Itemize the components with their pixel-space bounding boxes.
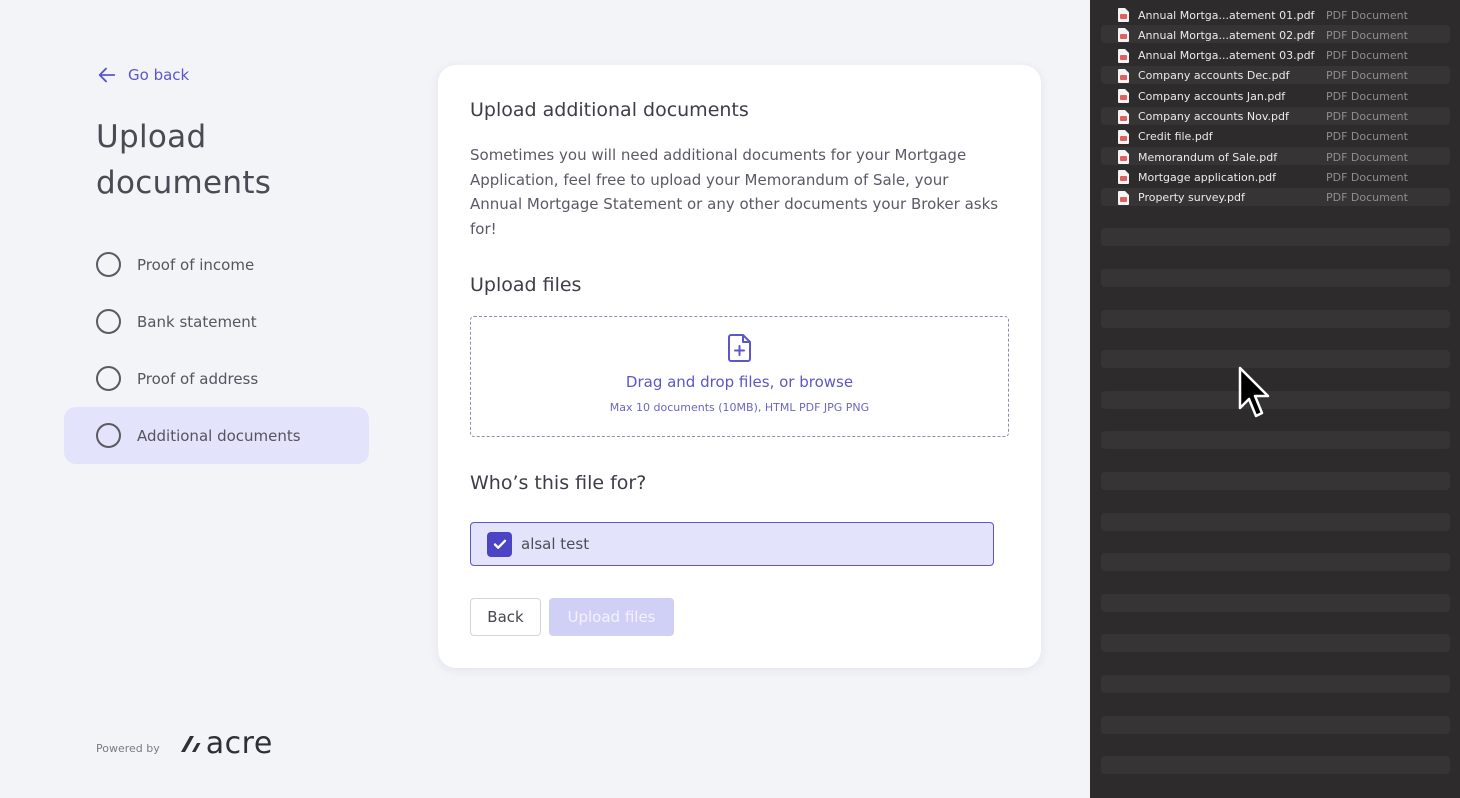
pdf-file-icon xyxy=(1118,48,1129,63)
finder-file-list: Annual Mortga...atement 01.pdf PDF Docume… xyxy=(1090,0,1460,798)
finder-file-kind: PDF Document xyxy=(1326,130,1408,144)
finder-stripe-row xyxy=(1101,593,1450,612)
finder-stripe-row xyxy=(1101,674,1450,693)
step-additional-documents[interactable]: Additional documents xyxy=(64,407,369,464)
file-dropzone[interactable]: Drag and drop files, or browse Max 10 do… xyxy=(470,316,1009,437)
finder-stripe-row xyxy=(1101,634,1450,653)
pdf-file-icon xyxy=(1118,8,1129,22)
person-name: alsal test xyxy=(521,535,590,553)
pdf-file-icon xyxy=(1118,109,1129,124)
finder-file-row[interactable]: Annual Mortga...atement 03.pdf PDF Docume… xyxy=(1101,46,1450,66)
dropzone-limits: Max 10 documents (10MB), HTML PDF JPG PN… xyxy=(609,401,870,414)
pdf-file-icon xyxy=(1118,129,1129,144)
finder-file-kind: PDF Document xyxy=(1326,49,1408,63)
finder-file-kind: PDF Document xyxy=(1326,150,1408,164)
finder-file-name: Company accounts Jan.pdf xyxy=(1138,89,1286,103)
person-checkbox[interactable] xyxy=(487,531,512,557)
finder-stripe-row xyxy=(1101,268,1450,287)
checkmark-icon xyxy=(493,539,506,549)
finder-file-row[interactable]: Memorandum of Sale.pdf PDF Document xyxy=(1101,147,1450,167)
pdf-file-icon xyxy=(1118,190,1129,205)
step-bank-statement[interactable]: Bank statement xyxy=(64,293,369,350)
steps-list: Proof of income Bank statement Proof of … xyxy=(64,236,369,464)
step-label: Bank statement xyxy=(137,312,257,331)
step-label: Proof of income xyxy=(137,255,255,274)
finder-stripe-row xyxy=(1101,553,1450,572)
pdf-file-icon xyxy=(1118,68,1129,83)
finder-stripe-row xyxy=(1101,756,1450,775)
upload-files-button[interactable]: Upload files xyxy=(549,598,674,636)
finder-file-name: Mortgage application.pdf xyxy=(1138,170,1277,184)
step-proof-of-income[interactable]: Proof of income xyxy=(64,236,369,293)
finder-file-row[interactable]: Annual Mortga...atement 01.pdf PDF Docume… xyxy=(1101,5,1450,25)
finder-file-row[interactable]: Mortgage application.pdf PDF Document xyxy=(1101,167,1450,187)
step-label: Additional documents xyxy=(137,426,301,445)
go-back-link[interactable]: Go back xyxy=(96,64,189,86)
finder-stripe-row xyxy=(1101,715,1450,734)
step-radio xyxy=(96,309,121,334)
pdf-file-icon xyxy=(1118,28,1129,43)
finder-stripe-row xyxy=(1101,512,1450,531)
acre-brand-text: acre xyxy=(205,726,273,761)
finder-file-name: Property survey.pdf xyxy=(1138,191,1245,205)
finder-stripe-row xyxy=(1101,471,1450,490)
finder-file-row[interactable]: Company accounts Dec.pdf PDF Document xyxy=(1101,66,1450,86)
finder-file-kind: PDF Document xyxy=(1326,170,1408,184)
pdf-file-icon xyxy=(1118,170,1129,185)
pdf-file-icon xyxy=(1118,150,1129,165)
finder-file-name: Annual Mortga...atement 01.pdf xyxy=(1138,8,1315,22)
step-proof-of-address[interactable]: Proof of address xyxy=(64,350,369,407)
finder-stripe-row xyxy=(1101,309,1450,328)
finder-file-name: Company accounts Nov.pdf xyxy=(1138,110,1289,123)
finder-file-row[interactable]: Annual Mortga...atement 02.pdf PDF Docume… xyxy=(1101,25,1450,45)
powered-by-label: Powered by xyxy=(96,742,160,755)
dropzone-browse-link[interactable]: Drag and drop files, or browse xyxy=(626,373,853,391)
powered-by: Powered by acre xyxy=(96,726,273,761)
finder-file-kind: PDF Document xyxy=(1326,28,1408,42)
step-radio xyxy=(96,252,121,277)
finder-stripe-row xyxy=(1101,228,1450,247)
mouse-pointer-icon xyxy=(1238,366,1270,418)
finder-stripe-row xyxy=(1101,350,1450,369)
finder-file-kind: PDF Document xyxy=(1326,110,1408,123)
finder-file-name: Credit file.pdf xyxy=(1138,130,1213,144)
finder-file-row[interactable]: Property survey.pdf PDF Document xyxy=(1101,188,1450,208)
file-plus-icon xyxy=(727,334,751,362)
arrow-left-icon xyxy=(98,67,116,83)
finder-file-kind: PDF Document xyxy=(1326,8,1408,22)
upload-files-heading: Upload files xyxy=(470,274,582,296)
finder-file-name: Annual Mortga...atement 02.pdf xyxy=(1138,28,1315,42)
finder-stripe-row xyxy=(1101,390,1450,409)
upload-page: Go back Upload documents Proof of income… xyxy=(0,0,1090,798)
finder-file-name: Memorandum of Sale.pdf xyxy=(1138,150,1278,164)
finder-stripe-row xyxy=(1101,431,1450,450)
page-title: Upload documents xyxy=(96,119,272,201)
who-is-file-for-heading: Who’s this file for? xyxy=(470,472,647,494)
finder-file-row[interactable]: Credit file.pdf PDF Document xyxy=(1101,127,1450,147)
card-description: Sometimes you will need additional docum… xyxy=(470,146,999,238)
finder-file-name: Company accounts Dec.pdf xyxy=(1138,69,1290,83)
acre-logo: acre xyxy=(180,726,273,761)
step-radio xyxy=(96,423,121,448)
pdf-file-icon xyxy=(1118,89,1129,104)
finder-file-name: Annual Mortga...atement 03.pdf xyxy=(1138,49,1315,63)
back-button[interactable]: Back xyxy=(470,598,541,636)
finder-file-kind: PDF Document xyxy=(1326,89,1408,103)
go-back-label: Go back xyxy=(128,66,190,84)
card-title: Upload additional documents xyxy=(470,99,749,121)
finder-file-row[interactable]: Company accounts Jan.pdf PDF Document xyxy=(1101,86,1450,106)
finder-file-row[interactable]: Company accounts Nov.pdf PDF Document xyxy=(1101,107,1450,127)
person-option[interactable]: alsal test xyxy=(470,522,994,566)
acre-logo-mark-icon xyxy=(180,735,201,752)
step-label: Proof of address xyxy=(137,369,259,388)
step-radio xyxy=(96,366,121,391)
upload-card: Upload additional documents Sometimes yo… xyxy=(438,65,1041,668)
finder-file-kind: PDF Document xyxy=(1326,191,1408,205)
finder-file-kind: PDF Document xyxy=(1326,69,1408,83)
